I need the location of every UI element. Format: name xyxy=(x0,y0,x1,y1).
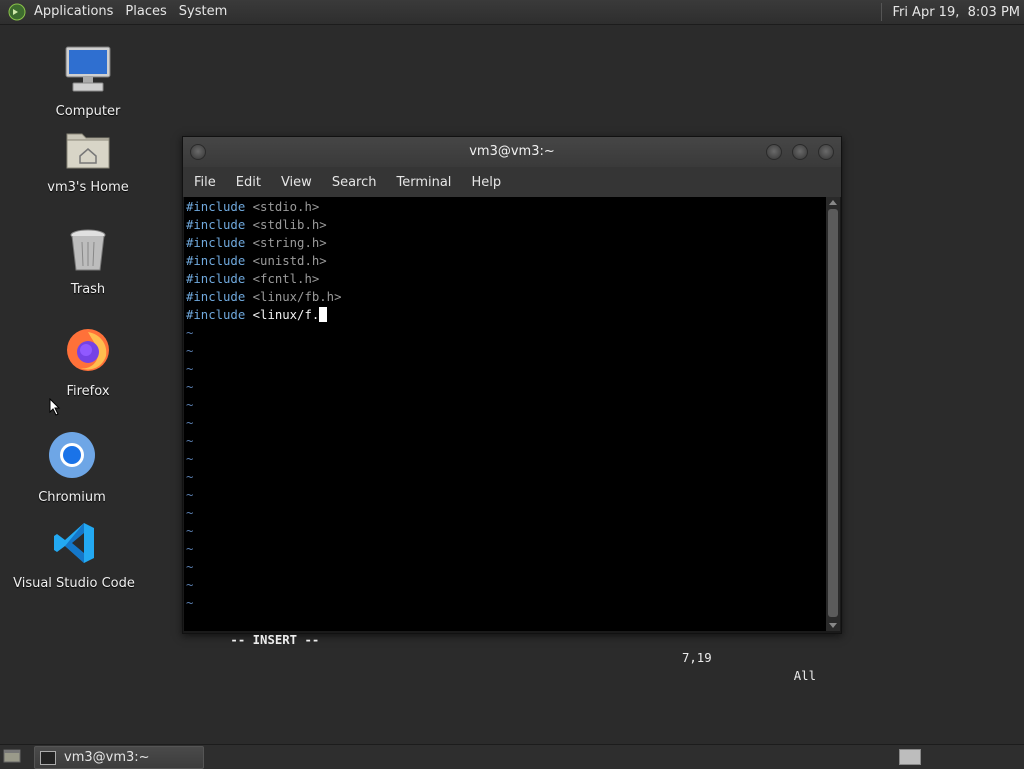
window-menu-button[interactable] xyxy=(190,144,206,160)
code-line: #include <linux/fb.h> xyxy=(186,290,342,304)
desktop-icon-trash[interactable]: Trash xyxy=(23,228,153,297)
scroll-up-icon[interactable] xyxy=(829,200,837,205)
empty-line-marker: ~ xyxy=(186,506,194,520)
menu-file[interactable]: File xyxy=(183,175,225,190)
desktop-icon-home[interactable]: vm3's Home xyxy=(23,128,153,195)
menu-help[interactable]: Help xyxy=(460,175,510,190)
vscode-icon xyxy=(54,523,94,563)
desktop-icon-firefox[interactable]: Firefox xyxy=(23,326,153,399)
minimize-button[interactable] xyxy=(766,144,782,160)
taskbar-window-label: vm3@vm3:~ xyxy=(64,750,150,765)
empty-line-marker: ~ xyxy=(186,596,194,610)
code-line: #include <fcntl.h> xyxy=(186,272,320,286)
terminal-text-area[interactable]: #include <stdio.h> #include <stdlib.h> #… xyxy=(184,197,826,683)
code-line: #include <unistd.h> xyxy=(186,254,327,268)
empty-line-marker: ~ xyxy=(186,416,194,430)
text-cursor xyxy=(319,307,328,322)
code-line: #include <string.h> xyxy=(186,236,327,250)
empty-line-marker: ~ xyxy=(186,326,194,340)
empty-line-marker: ~ xyxy=(186,362,194,376)
empty-line-marker: ~ xyxy=(186,344,194,358)
window-title: vm3@vm3:~ xyxy=(469,144,555,159)
desktop-icon-chromium[interactable]: Chromium xyxy=(7,430,137,505)
computer-icon xyxy=(65,46,111,92)
desktop-icon-computer[interactable]: Computer xyxy=(23,44,153,119)
empty-line-marker: ~ xyxy=(186,488,194,502)
menu-applications[interactable]: Applications xyxy=(28,0,119,24)
maximize-button[interactable] xyxy=(792,144,808,160)
menu-view[interactable]: View xyxy=(270,175,321,190)
desktop-icon-label: Computer xyxy=(55,104,121,119)
empty-line-marker: ~ xyxy=(186,578,194,592)
empty-line-marker: ~ xyxy=(186,524,194,538)
empty-line-marker: ~ xyxy=(186,560,194,574)
desktop-icon-label: Visual Studio Code xyxy=(13,576,135,591)
mouse-pointer-icon xyxy=(49,398,61,416)
code-line: #include <stdio.h> xyxy=(186,200,320,214)
chromium-icon xyxy=(49,432,95,478)
window-titlebar[interactable]: vm3@vm3:~ xyxy=(183,137,841,167)
close-button[interactable] xyxy=(818,144,834,160)
scrollbar-thumb[interactable] xyxy=(828,209,838,617)
empty-line-marker: ~ xyxy=(186,470,194,484)
empty-line-marker: ~ xyxy=(186,398,194,412)
empty-line-marker: ~ xyxy=(186,452,194,466)
code-line: #include <stdlib.h> xyxy=(186,218,327,232)
menu-terminal[interactable]: Terminal xyxy=(385,175,460,190)
home-folder-icon xyxy=(66,133,110,169)
menu-search[interactable]: Search xyxy=(321,175,386,190)
empty-line-marker: ~ xyxy=(186,434,194,448)
show-desktop-icon[interactable] xyxy=(3,749,21,763)
desktop-icon-label: Chromium xyxy=(38,490,106,505)
scroll-down-icon[interactable] xyxy=(829,623,837,628)
desktop-icon-label: Firefox xyxy=(66,384,110,399)
trash-icon xyxy=(70,229,106,271)
taskbar-window-button[interactable]: vm3@vm3:~ xyxy=(34,746,204,769)
desktop-icon-label: vm3's Home xyxy=(47,180,129,195)
cursor-position: 7,19 xyxy=(682,651,712,665)
panel-separator xyxy=(881,3,884,21)
code-line-current: #include <linux/f. xyxy=(186,306,328,324)
terminal-icon xyxy=(40,750,56,765)
bottom-panel: vm3@vm3:~ xyxy=(0,744,1024,769)
scroll-scope: All xyxy=(793,669,816,683)
workspace-switcher[interactable] xyxy=(899,749,921,765)
top-panel: Applications Places System Fri Apr 19, 8… xyxy=(0,0,1024,25)
firefox-icon xyxy=(67,329,109,371)
menu-edit[interactable]: Edit xyxy=(225,175,270,190)
clock[interactable]: Fri Apr 19, 8:03 PM xyxy=(892,5,1024,20)
desktop-icon-label: Trash xyxy=(70,282,106,297)
terminal-window[interactable]: vm3@vm3:~ File Edit View Search Terminal… xyxy=(182,136,842,683)
vim-statusline: -- INSERT -- 7,19 All xyxy=(186,613,822,683)
vim-mode: -- INSERT -- xyxy=(230,633,320,647)
empty-line-marker: ~ xyxy=(186,542,194,556)
terminal-menubar: File Edit View Search Terminal Help xyxy=(183,167,841,197)
desktop-icon-vscode[interactable]: Visual Studio Code xyxy=(9,520,139,591)
menu-places[interactable]: Places xyxy=(119,0,172,24)
menu-system[interactable]: System xyxy=(173,0,233,24)
empty-line-marker: ~ xyxy=(186,380,194,394)
mate-logo-icon[interactable] xyxy=(8,3,26,21)
terminal-scrollbar[interactable] xyxy=(826,197,840,631)
